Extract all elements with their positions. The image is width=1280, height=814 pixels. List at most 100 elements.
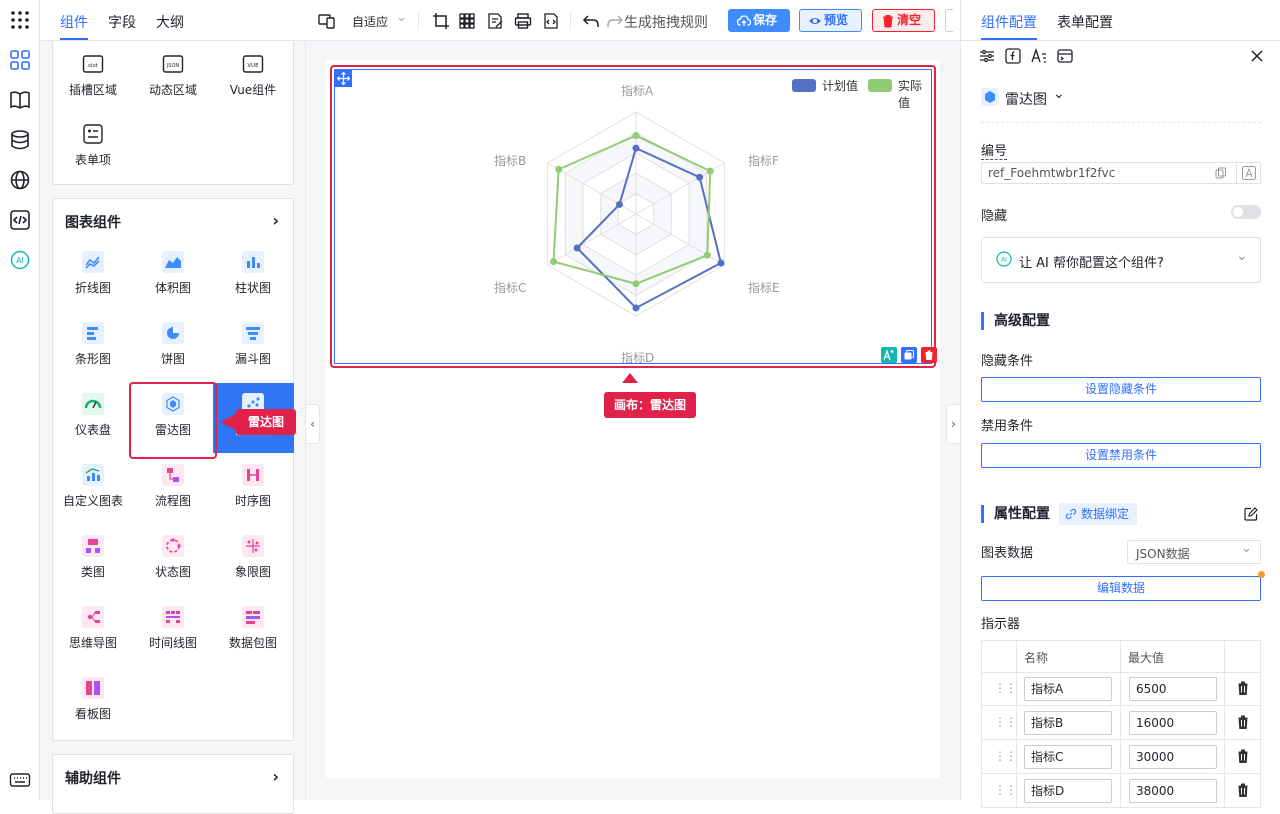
chevron-down-icon[interactable]: ⌄ <box>396 10 407 30</box>
indicator-name-input[interactable]: 指标A <box>1024 677 1112 701</box>
trash-icon[interactable] <box>1236 748 1250 764</box>
components-icon[interactable] <box>9 49 31 71</box>
id-field[interactable]: ref_Foehmtwbr1f2fvc <box>981 162 1261 184</box>
component-sequence-chart[interactable]: 时序图 <box>213 454 293 524</box>
indicator-name-input[interactable]: 指标B <box>1024 711 1112 735</box>
fit-select[interactable]: 自适应 <box>352 13 388 33</box>
component-mindmap[interactable]: 思维导图 <box>53 596 133 666</box>
component-area-chart[interactable]: 体积图 <box>133 241 213 311</box>
data-binding-button[interactable]: 数据绑定 <box>1059 503 1138 525</box>
mindmap-icon <box>82 606 104 628</box>
component-class-diagram[interactable]: 类图 <box>53 525 133 595</box>
hbar-chart-icon <box>82 322 104 344</box>
close-icon[interactable] <box>1251 50 1263 62</box>
radar-chart-selection[interactable]: 计划值 实际值 指标A 指标B 指标C 指标D 指标E 指标F <box>330 65 937 368</box>
form-canvas[interactable]: 计划值 实际值 指标A 指标B 指标C 指标D 指标E 指标F 画布：雷达图 <box>326 60 940 778</box>
component-bar-chart[interactable]: 柱状图 <box>213 241 293 311</box>
tab-component-config[interactable]: 组件配置 <box>981 12 1037 32</box>
component-hbar-chart[interactable]: 条形图 <box>53 312 133 382</box>
component-dynamic-area[interactable]: JSON 动态区域 <box>133 43 213 113</box>
component-slot[interactable]: slot 插槽区域 <box>53 43 133 113</box>
keyboard-icon[interactable] <box>9 769 31 791</box>
globe-icon[interactable] <box>9 169 31 191</box>
trash-icon[interactable] <box>1236 680 1250 696</box>
delete-action-button[interactable] <box>921 347 937 363</box>
tab-outline[interactable]: 大纲 <box>156 12 184 32</box>
set-disable-condition-button[interactable]: 设置禁用条件 <box>981 443 1261 468</box>
book-icon[interactable] <box>9 89 31 111</box>
copy-icon[interactable] <box>1215 167 1227 179</box>
indicator-name-input[interactable]: 指标D <box>1024 779 1112 803</box>
print-icon[interactable] <box>514 12 532 30</box>
indicator-max-input[interactable]: 16000 <box>1129 711 1217 735</box>
trash-icon[interactable] <box>1236 714 1250 730</box>
tab-form-config[interactable]: 表单配置 <box>1057 12 1113 32</box>
device-icon[interactable] <box>318 12 336 30</box>
text-style-icon[interactable] <box>1031 48 1047 64</box>
generate-rule-button[interactable]: 生成拖拽规则 <box>624 12 708 32</box>
code-file-icon[interactable] <box>542 12 560 30</box>
eye-icon <box>809 18 821 24</box>
chart-section-title: 图表组件 <box>65 215 121 231</box>
save-button[interactable]: 保存 <box>728 9 790 32</box>
component-gauge[interactable]: 仪表盘 <box>53 383 133 453</box>
ai-helper-panel[interactable]: AI 让 AI 帮你配置这个组件? ⌄ <box>981 237 1261 283</box>
component-form-item[interactable]: 表单项 <box>53 113 133 183</box>
redo-icon[interactable] <box>606 12 624 30</box>
drag-handle-icon[interactable]: ⋮⋮ <box>994 783 1017 797</box>
ai-action-button[interactable] <box>881 347 897 363</box>
collapse-right-button[interactable]: › <box>946 404 960 444</box>
indicator-max-input[interactable]: 38000 <box>1129 779 1217 803</box>
font-a-icon[interactable] <box>1242 166 1256 180</box>
component-kanban[interactable]: 看板图 <box>53 667 133 737</box>
tab-components[interactable]: 组件 <box>60 12 88 32</box>
undo-icon[interactable] <box>582 12 600 30</box>
component-vue[interactable]: VUE Vue组件 <box>213 43 293 113</box>
component-timeline[interactable]: 时间线图 <box>133 596 213 666</box>
chart-data-select[interactable]: JSON数据 ⌄ <box>1127 540 1261 564</box>
preview-button[interactable]: 预览 <box>799 9 862 32</box>
indicator-name-input[interactable]: 指标C <box>1024 745 1112 769</box>
component-line-chart[interactable]: 折线图 <box>53 241 133 311</box>
basic-components-box: slot 插槽区域 JSON 动态区域 VUE Vue组件 表单项 <box>52 41 294 185</box>
drag-handle-icon[interactable]: ⋮⋮ <box>994 715 1017 729</box>
chevron-right-icon[interactable]: › <box>272 211 279 230</box>
component-type-select[interactable]: 雷达图 <box>1005 89 1047 109</box>
code-icon[interactable] <box>9 209 31 231</box>
indicator-max-input[interactable]: 30000 <box>1129 745 1217 769</box>
drag-handle-icon[interactable]: ⋮⋮ <box>994 681 1017 695</box>
grid-icon[interactable] <box>458 12 476 30</box>
tab-fields[interactable]: 字段 <box>108 12 136 32</box>
chevron-down-icon[interactable]: ⌄ <box>1236 248 1248 264</box>
component-flow-chart[interactable]: 流程图 <box>133 454 213 524</box>
component-funnel-chart[interactable]: 漏斗图 <box>213 312 293 382</box>
component-pie-chart[interactable]: 饼图 <box>133 312 213 382</box>
divider <box>1120 706 1121 739</box>
edit-data-button[interactable]: 编辑数据 <box>981 576 1261 601</box>
radar-chart-component[interactable]: 计划值 实际值 指标A 指标B 指标C 指标D 指标E 指标F <box>334 69 937 365</box>
component-quadrant-chart[interactable]: 象限图 <box>213 525 293 595</box>
indicator-max-input[interactable]: 6500 <box>1129 677 1217 701</box>
component-packet-diagram[interactable]: 数据包图 <box>213 596 293 666</box>
sliders-icon[interactable] <box>979 48 995 64</box>
hidden-toggle[interactable] <box>1231 205 1261 219</box>
ai-assistant-icon[interactable]: AI <box>9 249 31 271</box>
more-button-edge[interactable] <box>945 9 953 32</box>
component-state-diagram[interactable]: 状态图 <box>133 525 213 595</box>
edit-icon[interactable] <box>1244 507 1258 521</box>
collapse-left-button[interactable]: ‹ <box>306 404 320 444</box>
trash-icon[interactable] <box>1236 782 1250 798</box>
apps-grid-icon[interactable] <box>9 9 31 31</box>
set-hide-condition-button[interactable]: 设置隐藏条件 <box>981 377 1261 402</box>
component-custom-chart[interactable]: 自定义图表 <box>53 454 133 524</box>
clear-button[interactable]: 清空 <box>872 9 935 32</box>
chevron-right-icon[interactable]: › <box>272 767 279 786</box>
drag-handle-icon[interactable]: ⋮⋮ <box>994 749 1017 763</box>
chevron-down-icon[interactable]: ⌄ <box>1053 86 1065 102</box>
script-icon[interactable] <box>1057 48 1073 64</box>
copy-action-button[interactable] <box>901 347 917 363</box>
database-icon[interactable] <box>9 129 31 151</box>
function-icon[interactable] <box>1005 48 1021 64</box>
crop-icon[interactable] <box>432 12 450 30</box>
edit-icon[interactable] <box>486 12 504 30</box>
